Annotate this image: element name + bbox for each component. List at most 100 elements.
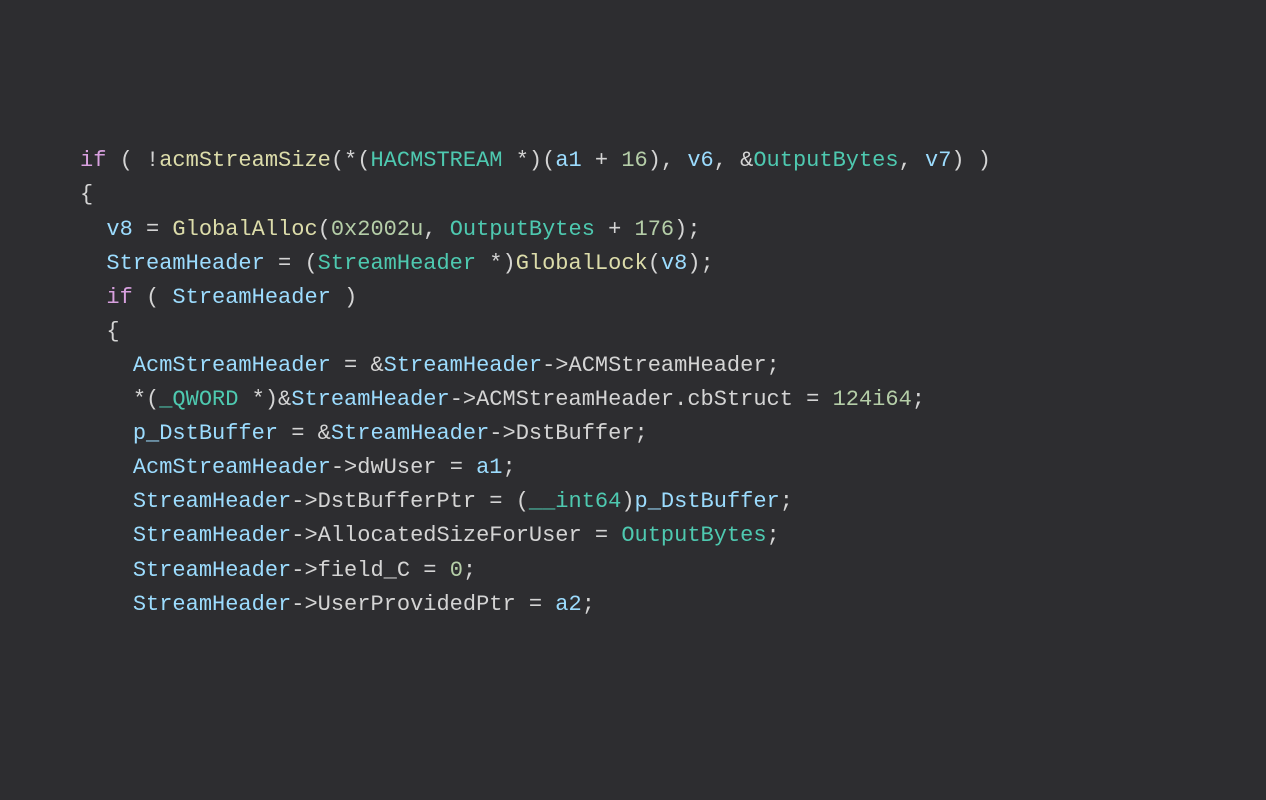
code-token: 16 [621, 148, 647, 173]
code-token: = [806, 387, 832, 412]
code-token: GlobalAlloc [172, 217, 317, 242]
code-token: StreamHeader [133, 558, 291, 583]
code-token: UserProvidedPtr [318, 592, 529, 617]
code-line: if ( !acmStreamSize(*(HACMSTREAM *)(a1 +… [80, 144, 1266, 178]
code-token: = [595, 523, 621, 548]
code-token: a1 [476, 455, 502, 480]
code-token: -> [291, 523, 317, 548]
indent [80, 353, 133, 378]
code-token: ; [912, 387, 925, 412]
code-line: StreamHeader = (StreamHeader *)GlobalLoc… [80, 247, 1266, 281]
code-token: 124i64 [833, 387, 912, 412]
indent [80, 523, 133, 548]
code-line: { [80, 315, 1266, 349]
code-token: StreamHeader [133, 489, 291, 514]
code-line: AcmStreamHeader = &StreamHeader->ACMStre… [80, 349, 1266, 383]
code-token: a2 [555, 592, 581, 617]
code-token: HACMSTREAM [370, 148, 515, 173]
code-token: -> [331, 455, 357, 480]
code-token: -> [291, 558, 317, 583]
indent [80, 387, 133, 412]
code-token: 176 [635, 217, 675, 242]
code-token: cbStruct [687, 387, 806, 412]
code-token: ( ! [120, 148, 160, 173]
code-token: -> [542, 353, 568, 378]
indent [80, 489, 133, 514]
code-token: ) ) [951, 148, 991, 173]
code-token: v8 [106, 217, 146, 242]
indent [80, 251, 106, 276]
code-token: ), [648, 148, 688, 173]
indent [80, 592, 133, 617]
code-token: DstBufferPtr [318, 489, 490, 514]
code-token: { [80, 182, 93, 207]
code-token: ; [767, 353, 780, 378]
code-token: = & [291, 421, 331, 446]
code-token: -> [450, 387, 476, 412]
code-token: field_C [318, 558, 424, 583]
code-token: ; [780, 489, 793, 514]
code-line: StreamHeader->field_C = 0; [80, 554, 1266, 588]
indent [80, 421, 133, 446]
code-line: StreamHeader->DstBufferPtr = (__int64)p_… [80, 485, 1266, 519]
code-token: 0 [450, 558, 463, 583]
code-token: + [608, 217, 634, 242]
code-token: ACMStreamHeader [476, 387, 674, 412]
code-token: v6 [687, 148, 713, 173]
code-token: ( [146, 285, 172, 310]
code-token: if [80, 148, 120, 173]
code-token: = [423, 558, 449, 583]
code-token: -> [291, 489, 317, 514]
indent [80, 558, 133, 583]
indent [80, 319, 106, 344]
code-token: StreamHeader [384, 353, 542, 378]
code-token: a1 [555, 148, 595, 173]
code-token: (*( [331, 148, 371, 173]
code-token: ( [318, 217, 331, 242]
code-token: ; [463, 558, 476, 583]
code-token: v8 [661, 251, 687, 276]
code-token: StreamHeader [331, 421, 489, 446]
code-line: p_DstBuffer = &StreamHeader->DstBuffer; [80, 417, 1266, 451]
code-token: { [106, 319, 119, 344]
code-token: *( [133, 387, 159, 412]
code-token: StreamHeader [133, 523, 291, 548]
code-token: = [450, 455, 476, 480]
code-token: 0x2002u [331, 217, 423, 242]
code-line: v8 = GlobalAlloc(0x2002u, OutputBytes + … [80, 213, 1266, 247]
code-token: AcmStreamHeader [133, 455, 331, 480]
code-token: = ( [489, 489, 529, 514]
code-token: = [146, 217, 172, 242]
code-token: StreamHeader [133, 592, 291, 617]
code-token: ); [674, 217, 700, 242]
code-token: OutputBytes [753, 148, 898, 173]
code-token: *)( [516, 148, 556, 173]
code-token: ( [648, 251, 661, 276]
code-token: DstBuffer [516, 421, 635, 446]
code-token: p_DstBuffer [133, 421, 291, 446]
code-line: StreamHeader->AllocatedSizeForUser = Out… [80, 519, 1266, 553]
code-token: = ( [278, 251, 318, 276]
code-token: = [529, 592, 555, 617]
code-token: ; [582, 592, 595, 617]
code-token: *) [489, 251, 515, 276]
code-token: GlobalLock [516, 251, 648, 276]
code-token: ) [621, 489, 634, 514]
code-token: , [899, 148, 925, 173]
code-line: if ( StreamHeader ) [80, 281, 1266, 315]
code-line: *(_QWORD *)&StreamHeader->ACMStreamHeade… [80, 383, 1266, 417]
code-token: StreamHeader [291, 387, 449, 412]
code-token: AllocatedSizeForUser [318, 523, 595, 548]
code-token: v7 [925, 148, 951, 173]
code-token: *)& [252, 387, 292, 412]
code-line: { [80, 178, 1266, 212]
code-block: if ( !acmStreamSize(*(HACMSTREAM *)(a1 +… [40, 144, 1266, 621]
code-line: AcmStreamHeader->dwUser = a1; [80, 451, 1266, 485]
code-token: OutputBytes [450, 217, 608, 242]
code-token: dwUser [357, 455, 449, 480]
code-token: p_DstBuffer [635, 489, 780, 514]
indent [80, 285, 106, 310]
indent [80, 217, 106, 242]
code-line: StreamHeader->UserProvidedPtr = a2; [80, 588, 1266, 622]
code-token: OutputBytes [621, 523, 766, 548]
